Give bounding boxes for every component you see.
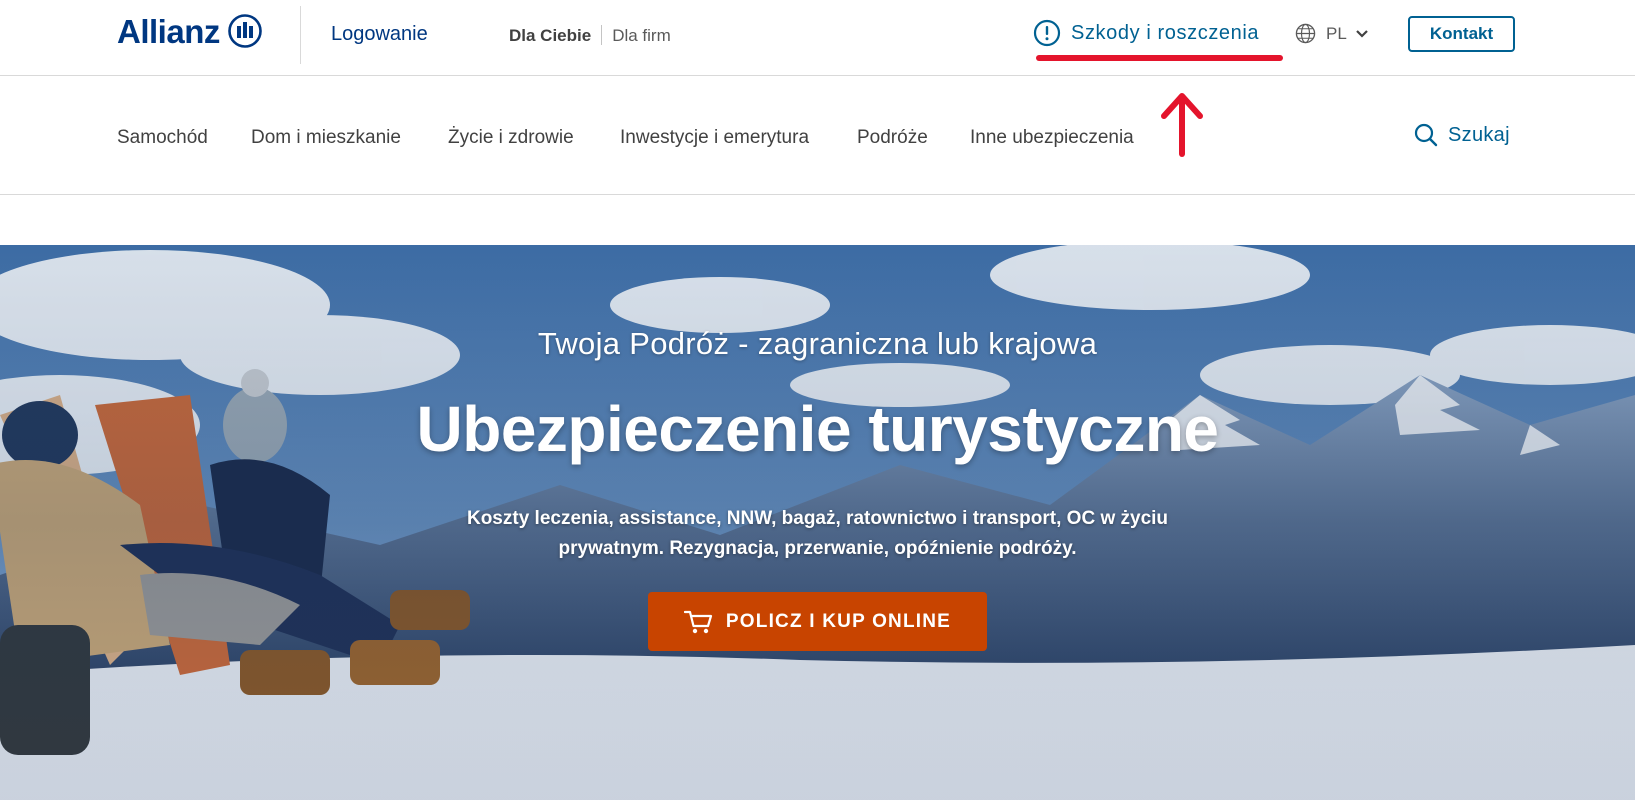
allianz-eagle-icon (228, 14, 262, 48)
hero-description: Koszty leczenia, assistance, NNW, bagaż,… (400, 504, 1235, 564)
main-navigation: Samochód Dom i mieszkanie Życie i zdrowi… (0, 76, 1635, 195)
buy-online-button[interactable]: POLICZ I KUP ONLINE (648, 592, 987, 651)
hero-title: Ubezpieczenie turystyczne (416, 393, 1220, 465)
login-link[interactable]: Logowanie (331, 24, 428, 44)
annotation-underline (1036, 55, 1283, 61)
annotation-arrow-icon (1161, 93, 1203, 157)
claims-link[interactable]: Szkody i roszczenia (1033, 19, 1259, 47)
audience-switch: Dla Ciebie Dla firm (509, 25, 671, 45)
hero-description-line-1: Koszty leczenia, assistance, NNW, bagaż,… (466, 508, 1169, 529)
chevron-down-icon (1356, 29, 1368, 38)
hero-kicker: Twoja Podróż - zagraniczna lub krajowa (537, 326, 1098, 361)
hero-banner: Twoja Podróż - zagraniczna lub krajowa U… (0, 245, 1635, 800)
nav-item-home[interactable]: Dom i mieszkanie (251, 128, 401, 147)
buy-online-label: POLICZ I KUP ONLINE (725, 611, 952, 632)
logo-wordmark: Allianz (117, 12, 220, 50)
search-icon (1414, 123, 1438, 147)
hero-description-line-2: prywatnym. Rezygnacja, przerwanie, opóźn… (558, 538, 1077, 559)
language-selector[interactable]: PL (1295, 23, 1369, 44)
top-bar: Allianz Logowanie Dla Ciebie Dla firm Sz… (0, 0, 1635, 76)
allianz-logo[interactable]: Allianz (117, 14, 262, 48)
nav-item-other[interactable]: Inne ubezpieczenia (970, 128, 1134, 147)
nav-item-life-health[interactable]: Życie i zdrowie (448, 128, 574, 147)
nav-item-travel[interactable]: Podróże (857, 128, 928, 147)
segment-business[interactable]: Dla firm (612, 27, 671, 44)
search-label: Szukaj (1448, 124, 1510, 146)
search-button[interactable]: Szukaj (1414, 123, 1510, 147)
alert-circle-icon (1033, 19, 1061, 47)
claims-label: Szkody i roszczenia (1071, 22, 1260, 44)
contact-button[interactable]: Kontakt (1408, 16, 1515, 52)
nav-item-investments[interactable]: Inwestycje i emerytura (620, 128, 809, 147)
globe-icon (1295, 23, 1316, 44)
language-code: PL (1326, 24, 1347, 43)
segment-divider (601, 25, 603, 45)
shopping-cart-icon (683, 610, 713, 633)
topbar-divider (300, 6, 301, 64)
nav-item-car[interactable]: Samochód (117, 128, 208, 147)
segment-personal[interactable]: Dla Ciebie (509, 27, 591, 44)
